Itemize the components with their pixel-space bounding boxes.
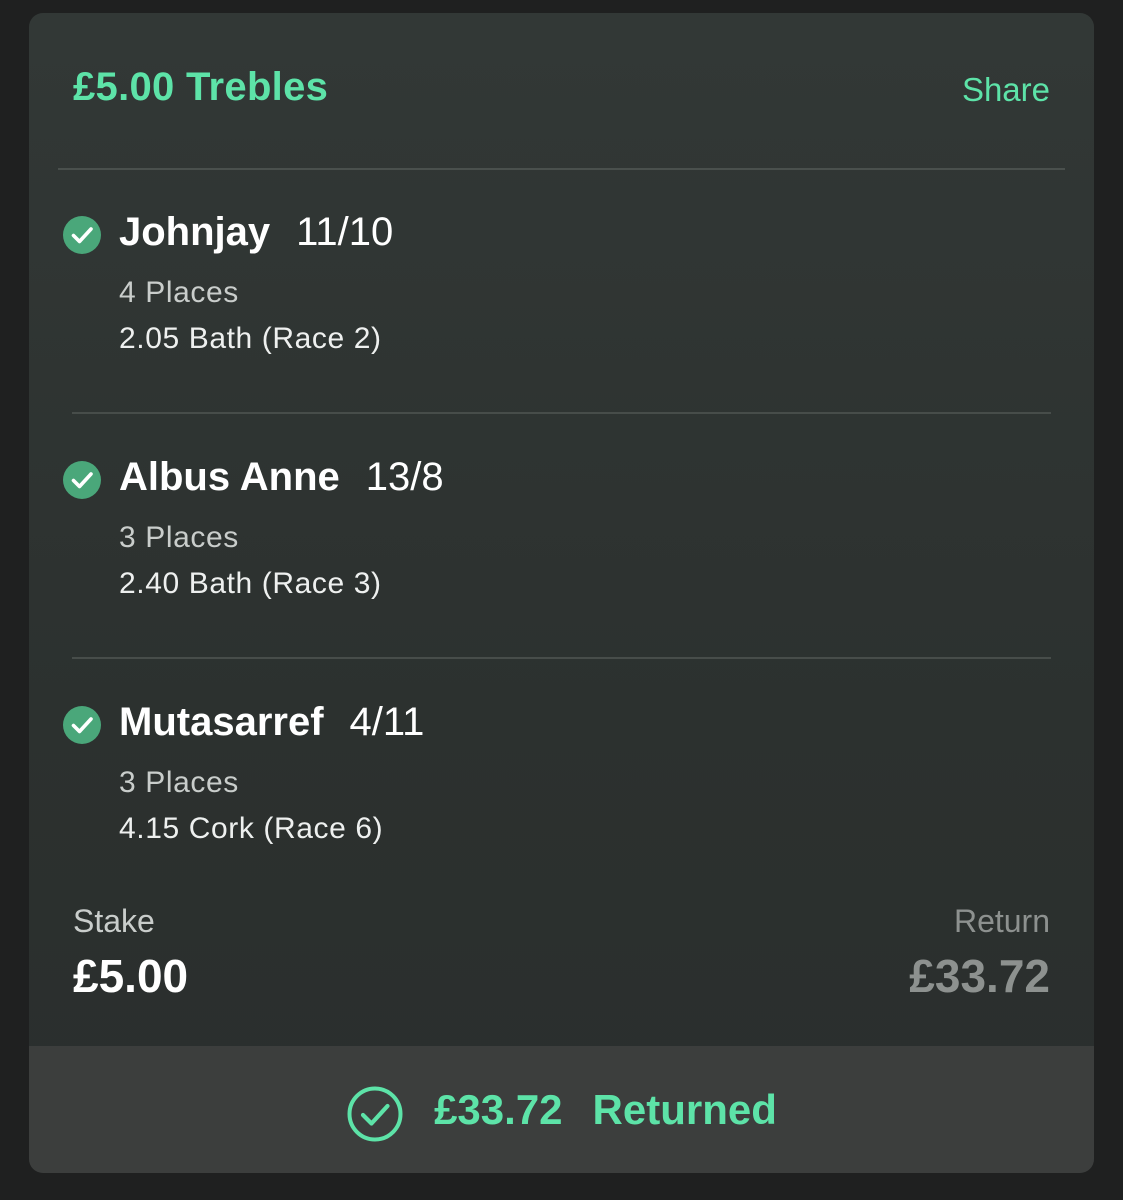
return-label: Return — [953, 903, 1050, 939]
check-circle-icon — [63, 216, 101, 254]
selection-name: Mutasarref — [119, 700, 324, 744]
return-value: £33.72 — [909, 950, 1050, 1002]
selection-places: 3 Places — [119, 766, 239, 799]
selection-odds: 13/8 — [365, 455, 444, 499]
selection-name-row: Albus Anne 13/8 — [119, 455, 444, 500]
bet-card: £5.00 Trebles Share Johnjay 11/10 4 Place… — [29, 13, 1094, 1173]
selection-name: Johnjay — [119, 210, 271, 254]
header-divider — [58, 168, 1065, 170]
selection-race: 4.15 Cork (Race 6) — [119, 812, 384, 845]
check-circle-icon — [63, 461, 101, 499]
selection-divider — [72, 657, 1051, 659]
share-button[interactable]: Share — [962, 71, 1050, 109]
selection-name-row: Mutasarref 4/11 — [119, 700, 424, 745]
selection-places: 3 Places — [119, 521, 239, 554]
selection-odds: 4/11 — [349, 700, 425, 744]
check-circle-outline-icon — [347, 1086, 403, 1141]
selection-race: 2.40 Bath (Race 3) — [119, 567, 382, 600]
bet-title: £5.00 Trebles — [73, 65, 329, 109]
stake-value: £5.00 — [73, 950, 189, 1002]
returned-banner: £33.72 Returned — [29, 1046, 1094, 1173]
selection-name: Albus Anne — [119, 455, 340, 499]
selection-item: Mutasarref 4/11 3 Places 4.15 Cork (Race … — [29, 690, 1094, 880]
stake-label: Stake — [73, 903, 155, 939]
selection-places: 4 Places — [119, 276, 239, 309]
selection-odds: 11/10 — [296, 210, 394, 254]
selection-item: Albus Anne 13/8 3 Places 2.40 Bath (Race … — [29, 445, 1094, 635]
selection-item: Johnjay 11/10 4 Places 2.05 Bath (Race 2) — [29, 200, 1094, 390]
selection-divider — [72, 412, 1051, 414]
returned-amount: £33.72 — [434, 1085, 563, 1133]
check-circle-icon — [63, 706, 101, 744]
selection-name-row: Johnjay 11/10 — [119, 210, 393, 255]
selection-race: 2.05 Bath (Race 2) — [119, 322, 382, 355]
returned-status: Returned — [592, 1085, 777, 1133]
